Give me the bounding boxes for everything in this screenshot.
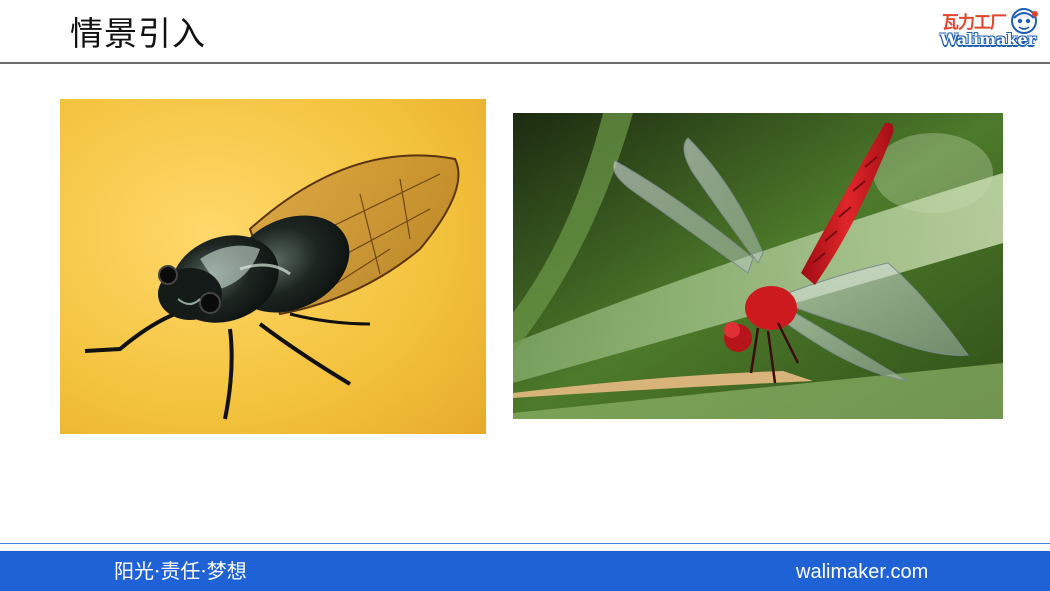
footer-motto: 阳光·责任·梦想 [114, 559, 247, 583]
robot-mascot-icon [1011, 8, 1038, 34]
cicada-photo [60, 99, 486, 434]
slide-title: 情景引入 [70, 14, 206, 53]
slide-footer: 阳光·责任·梦想 walimaker.com [0, 551, 1050, 591]
header-divider [0, 62, 1050, 64]
footer-divider [0, 543, 1050, 544]
footer-website: walimaker.com [796, 561, 929, 583]
slide-header: 情景引入 瓦力工厂 Walimaker [0, 0, 1050, 64]
walimaker-logo: 瓦力工厂 Walimaker [940, 6, 1044, 52]
dragonfly-photo [513, 113, 1003, 419]
